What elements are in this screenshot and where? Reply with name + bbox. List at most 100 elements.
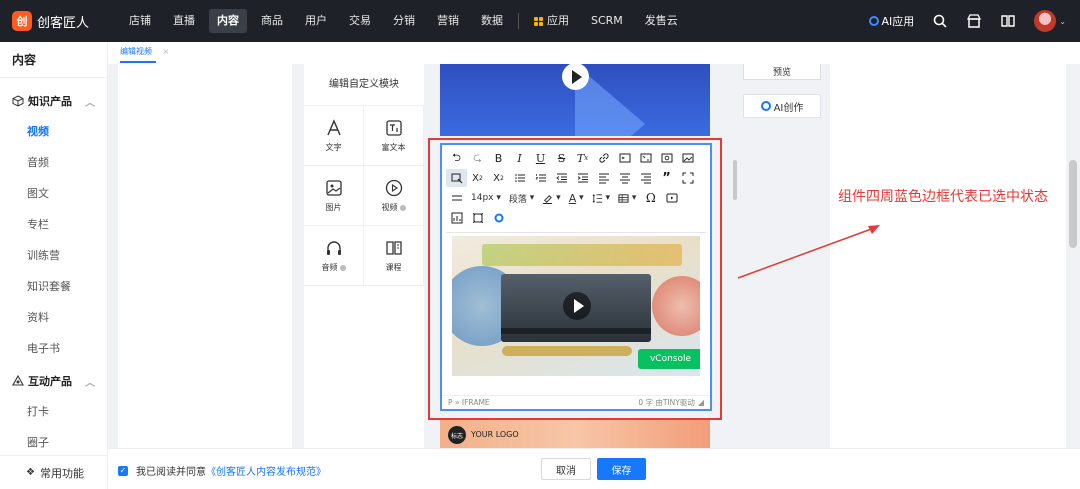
cancel-button[interactable]: 取消 [541,458,591,480]
outdent-icon[interactable] [551,169,572,187]
media-select-icon[interactable] [446,169,467,187]
sidebar-item-checkin[interactable]: 打卡 [0,396,107,427]
module-grid: 文字 富文本 图片 视频 音频 课程 [304,106,424,286]
align-center-icon[interactable] [614,169,635,187]
clear-format-button[interactable]: Tx [572,149,593,167]
play-icon[interactable] [562,63,589,90]
rich-text-editor[interactable]: ⮌ ⮎ B I U S Tx X 2 X 2 ” 14px ▾ 段落 ▾ ▾ A… [440,143,712,411]
vconsole-button[interactable]: vConsole [638,349,700,369]
nav-item-scrm[interactable]: SCRM [583,9,631,33]
nav-item-products[interactable]: 商品 [253,9,291,33]
sidebar-footer-common[interactable]: ❖ 常用功能 [0,455,107,489]
preview-button[interactable]: 预览 [743,64,821,80]
sidebar-item-video[interactable]: 视频 [0,116,107,147]
nav-item-content[interactable]: 内容 [209,9,247,33]
search-icon[interactable] [932,13,948,29]
sidebar-item-camp[interactable]: 训练营 [0,240,107,271]
ai-create-button[interactable]: AI创作 [743,94,821,118]
highlight-color-button[interactable]: ▾ [538,189,564,207]
store-icon[interactable] [966,13,982,29]
table-button[interactable]: ▾ [614,189,640,207]
superscript-button[interactable]: X2 [488,169,509,187]
redo-icon[interactable]: ⮎ [467,149,488,167]
sidebar-item-ebook[interactable]: 电子书 [0,333,107,364]
code-block-icon[interactable] [635,149,656,167]
nav-item-distribution[interactable]: 分销 [385,9,423,33]
sidebar-group-knowledge[interactable]: 知识产品 ︿ [0,86,107,116]
fullscreen-icon[interactable] [677,169,698,187]
indent-icon[interactable] [572,169,593,187]
horizontal-rule-icon[interactable] [446,189,467,207]
embedded-video[interactable] [501,274,651,342]
font-size-select[interactable]: 14px ▾ [467,189,505,207]
subscript-button[interactable]: X2 [467,169,488,187]
italic-button[interactable]: I [509,149,530,167]
sidebar-item-bundle[interactable]: 知识套餐 [0,271,107,302]
close-icon[interactable]: × [163,47,170,56]
sidebar-item-circle[interactable]: 圈子 [0,427,107,458]
logo-banner[interactable]: 标志 YOUR LOGO [440,420,710,448]
sidebar-item-audio[interactable]: 音频 [0,147,107,178]
info-icon [339,264,346,271]
text-icon [326,119,341,136]
diamond-icon: ❖ [26,467,35,478]
insert-gallery-icon[interactable] [467,209,488,227]
align-left-icon[interactable] [593,169,614,187]
module-audio[interactable]: 音频 [304,226,364,286]
search-replace-icon[interactable] [656,149,677,167]
bullet-list-icon[interactable] [509,169,530,187]
embed-icon[interactable] [614,149,635,167]
undo-icon[interactable]: ⮌ [446,149,467,167]
video-icon [385,179,402,197]
embedded-poster-image[interactable]: vConsole [452,236,700,376]
module-label: 文字 [325,143,342,152]
insert-image-icon[interactable] [677,149,698,167]
align-right-icon[interactable] [635,169,656,187]
nav-item-live[interactable]: 直播 [165,9,203,33]
underline-button[interactable]: U [530,149,551,167]
paragraph-select[interactable]: 段落 ▾ [505,189,538,207]
module-rich-text[interactable]: 富文本 [364,106,424,166]
agree-checkbox[interactable]: ✓ [118,465,128,476]
module-course[interactable]: 课程 [364,226,424,286]
numbered-list-icon[interactable] [530,169,551,187]
insert-video-icon[interactable] [661,189,682,207]
agreement[interactable]: ✓ 我已阅读并同意 《创客匠人内容发布规范》 [118,463,326,478]
strikethrough-button[interactable]: S [551,149,572,167]
blockquote-icon[interactable]: ” [656,169,677,187]
tab-edit-video[interactable]: 编辑视频 × [120,46,169,57]
nav-item-marketing[interactable]: 营销 [429,9,467,33]
line-height-button[interactable]: ▾ [588,189,614,207]
insert-chart-icon[interactable] [446,209,467,227]
font-color-button[interactable]: A ▾ [565,189,588,207]
special-char-icon[interactable]: Ω [640,189,661,207]
resize-handle-icon[interactable]: ◢ [698,398,704,407]
play-icon[interactable] [563,292,591,320]
nav-item-data[interactable]: 数据 [473,9,511,33]
nav-item-apps[interactable]: 应用 [526,9,577,33]
save-button[interactable]: 保存 [597,458,646,480]
preview-scrollbar[interactable] [733,160,737,200]
nav-item-trade[interactable]: 交易 [341,9,379,33]
module-text[interactable]: 文字 [304,106,364,166]
module-video[interactable]: 视频 [364,166,424,226]
bold-button[interactable]: B [488,149,509,167]
logo[interactable]: 创 创客匠人 [0,11,118,31]
book-open-icon[interactable] [1000,13,1016,29]
sidebar-item-article[interactable]: 图文 [0,178,107,209]
rich-text-icon [385,120,402,136]
agree-link[interactable]: 《创客匠人内容发布规范》 [206,463,326,478]
page-scrollbar[interactable] [1069,160,1077,248]
ai-app-button[interactable]: AI应用 [868,13,914,29]
nav-item-store[interactable]: 店铺 [121,9,159,33]
nav-item-after-sale[interactable]: 发售云 [637,9,686,33]
agree-text: 我已阅读并同意 [136,467,206,478]
sidebar-group-interactive[interactable]: 互动产品 ︿ [0,366,107,396]
ai-ring-icon[interactable] [488,209,509,227]
link-icon[interactable] [593,149,614,167]
sidebar-item-materials[interactable]: 资料 [0,302,107,333]
nav-item-users[interactable]: 用户 [297,9,335,33]
user-menu[interactable]: ⌄ [1034,10,1066,32]
sidebar-item-column[interactable]: 专栏 [0,209,107,240]
module-image[interactable]: 图片 [304,166,364,226]
